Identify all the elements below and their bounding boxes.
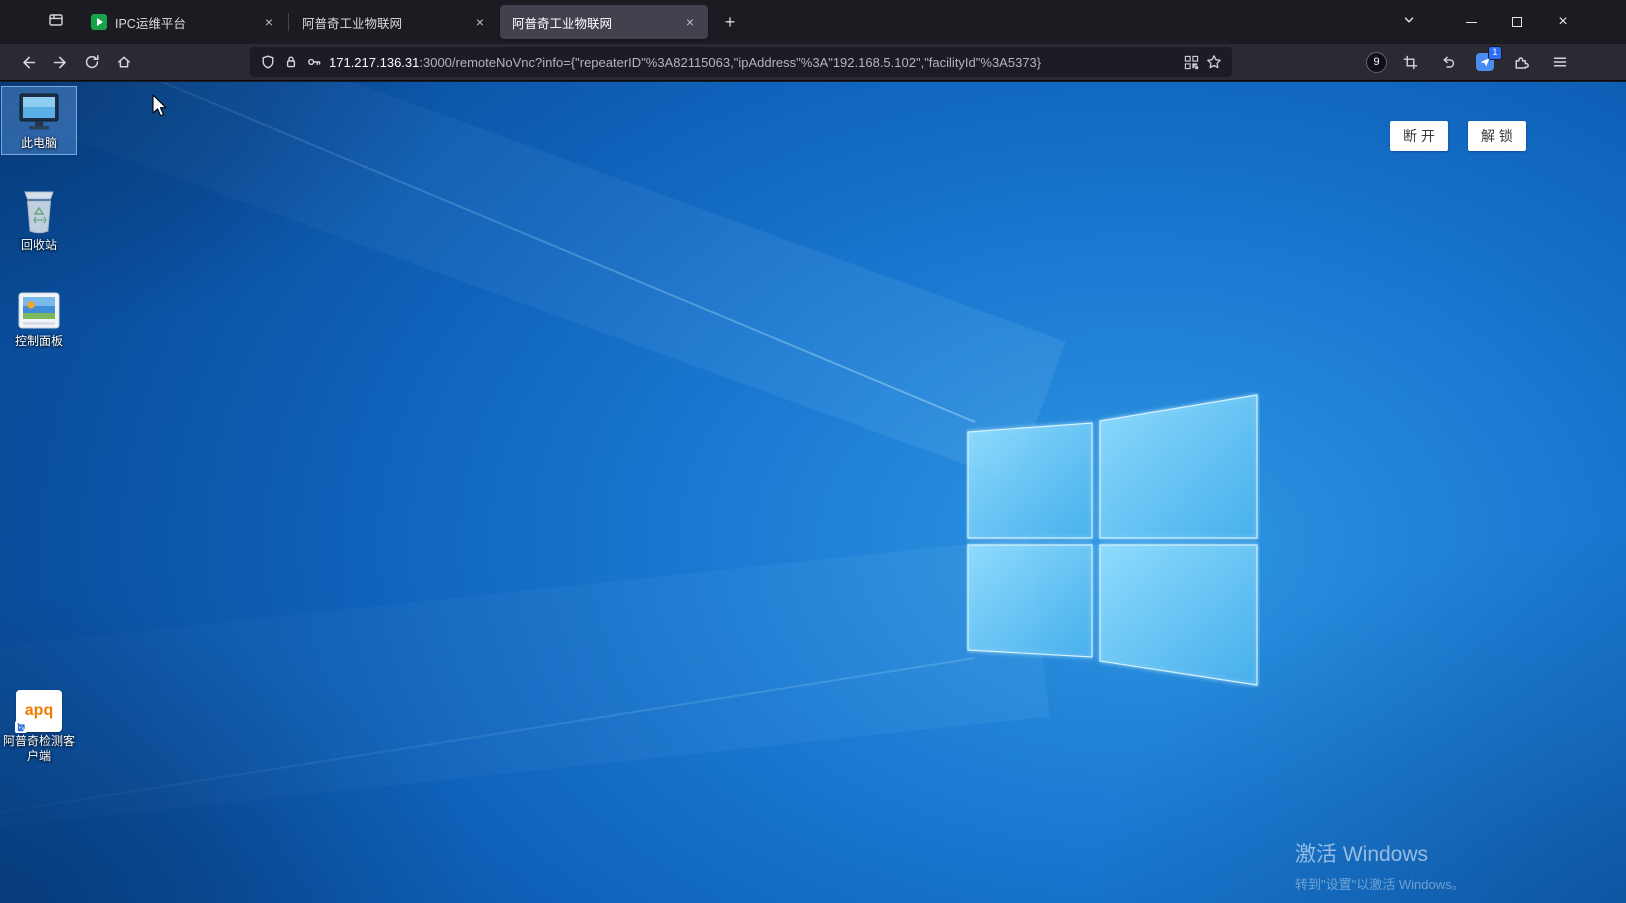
url-bar[interactable]: 171.217.136.31:3000/remoteNoVnc?info={"r… — [250, 47, 1232, 77]
firefox-view-icon — [48, 12, 64, 33]
desktop-icon-control-panel[interactable]: 控制面板 — [1, 286, 77, 353]
extensions-button[interactable] — [1505, 47, 1537, 77]
toolbar-spacer — [140, 62, 250, 63]
qr-scan-button[interactable] — [1184, 55, 1199, 70]
tab-title: IPC运维平台 — [115, 13, 259, 32]
screenshot-crop-button[interactable] — [1394, 47, 1426, 77]
recycle-bin-icon — [17, 186, 61, 236]
puzzle-piece-icon — [1513, 54, 1530, 71]
firefox-view-button[interactable] — [40, 6, 72, 38]
reload-button[interactable] — [76, 47, 108, 77]
star-icon — [1206, 54, 1222, 70]
adblock-extension-button[interactable]: 9 — [1366, 52, 1387, 73]
minimize-icon — [1466, 22, 1477, 23]
desktop-icon-apq-client[interactable]: apq 阿普奇检测客户端 — [1, 686, 77, 768]
tab-apuqi-iot-2-active[interactable]: 阿普奇工业物联网 × — [500, 5, 708, 39]
icon-label: 阿普奇检测客户端 — [2, 734, 76, 764]
maximize-icon — [1512, 17, 1522, 27]
app-menu-button[interactable] — [1544, 47, 1576, 77]
url-text: 171.217.136.31:3000/remoteNoVnc?info={"r… — [329, 55, 1177, 70]
window-close-icon: × — [1558, 14, 1567, 30]
qr-code-icon — [1184, 55, 1199, 70]
icon-label: 回收站 — [2, 238, 76, 253]
extension-badge-count: 9 — [1373, 56, 1379, 68]
notification-extension-button[interactable]: 1 — [1472, 49, 1498, 75]
home-button[interactable] — [108, 47, 140, 77]
reload-icon — [84, 54, 100, 70]
bookmark-star-button[interactable] — [1206, 54, 1222, 70]
notification-badge: 1 — [1488, 46, 1502, 60]
vnc-control-buttons: 断 开 解 锁 — [1390, 121, 1526, 151]
maximize-button[interactable] — [1494, 0, 1540, 44]
shortcut-arrow-icon — [15, 721, 27, 733]
desktop-icon-this-pc[interactable]: 此电脑 — [1, 86, 77, 155]
back-arrow-icon — [20, 54, 37, 71]
lock-icon — [283, 54, 299, 70]
play-favicon-icon — [91, 14, 107, 30]
minimize-button[interactable] — [1448, 0, 1494, 44]
list-all-tabs-button[interactable] — [1394, 7, 1424, 37]
tab-ipc-platform[interactable]: IPC运维平台 × — [79, 5, 287, 39]
tab-close-icon[interactable]: × — [259, 12, 279, 32]
toolbar-extensions-area: 9 1 — [1366, 47, 1576, 77]
apq-logo-icon: apq — [16, 690, 62, 732]
chevron-down-icon — [1401, 12, 1417, 33]
disconnect-button[interactable]: 断 开 — [1390, 121, 1448, 151]
navigation-toolbar: 171.217.136.31:3000/remoteNoVnc?info={"r… — [0, 44, 1626, 81]
new-tab-button[interactable]: + — [715, 7, 745, 37]
tab-close-icon[interactable]: × — [680, 12, 700, 32]
tab-title: 阿普奇工业物联网 — [512, 13, 680, 32]
desktop-icon-recycle-bin[interactable]: 回收站 — [1, 182, 77, 257]
unlock-button[interactable]: 解 锁 — [1468, 121, 1526, 151]
undo-arrow-icon — [1441, 54, 1457, 70]
icon-label: 控制面板 — [2, 334, 76, 349]
icon-label: 此电脑 — [2, 136, 76, 151]
apq-logo-text: apq — [25, 702, 53, 720]
window-close-button[interactable]: × — [1540, 0, 1586, 44]
permissions-key-icon — [306, 54, 322, 70]
tab-separator — [288, 13, 289, 31]
url-path: :3000/remoteNoVnc?info={"repeaterID"%3A8… — [419, 55, 1041, 70]
tab-title: 阿普奇工业物联网 — [302, 13, 470, 32]
windows-logo — [966, 392, 1260, 688]
hamburger-menu-icon — [1552, 54, 1568, 70]
forward-button[interactable] — [44, 47, 76, 77]
url-host: 171.217.136.31 — [329, 55, 419, 70]
novnc-remote-desktop[interactable]: 此电脑 回收站 控制面板 apq 阿普奇检测客户端 — [0, 82, 1626, 903]
tab-bar: IPC运维平台 × 阿普奇工业物联网 × 阿普奇工业物联网 × + × — [0, 0, 1626, 44]
home-icon — [116, 54, 132, 70]
shield-icon — [260, 54, 276, 70]
this-pc-icon — [15, 90, 63, 134]
forward-arrow-icon — [52, 54, 69, 71]
control-panel-icon — [16, 290, 62, 332]
crop-icon — [1403, 55, 1418, 70]
window-controls: × — [1448, 0, 1586, 44]
wallpaper-shading — [0, 82, 1626, 903]
back-button[interactable] — [12, 47, 44, 77]
tab-close-icon[interactable]: × — [470, 12, 490, 32]
tab-apuqi-iot-1[interactable]: 阿普奇工业物联网 × — [290, 5, 498, 39]
undo-extension-button[interactable] — [1433, 47, 1465, 77]
